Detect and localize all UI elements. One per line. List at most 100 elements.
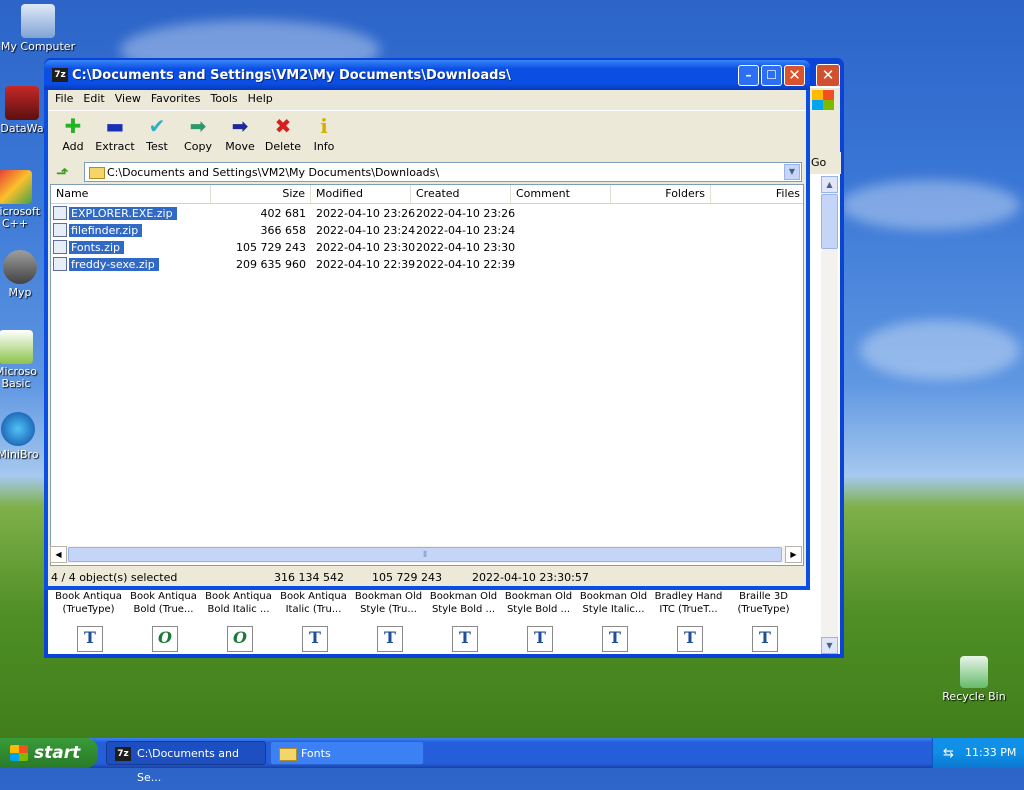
menu-help[interactable]: Help bbox=[243, 90, 278, 105]
desktop-icon-my-computer[interactable]: My Computer bbox=[0, 4, 76, 53]
scroll-down-button[interactable]: ▼ bbox=[821, 637, 838, 654]
column-header: Name Size Modified Created Comment Folde… bbox=[51, 185, 803, 204]
desktop-icon-microsoft-basic[interactable]: Microso Basic bbox=[0, 330, 46, 390]
title-bar[interactable]: 7z C:\Documents and Settings\VM2\My Docu… bbox=[44, 60, 810, 90]
go-button[interactable]: Go bbox=[808, 152, 841, 174]
fonts-vertical-scrollbar[interactable]: ▲ ▼ bbox=[821, 176, 838, 654]
check-icon: ✔ bbox=[148, 114, 166, 138]
status-date: 2022-04-10 23:30:57 bbox=[472, 571, 589, 584]
close-button[interactable]: ✕ bbox=[784, 65, 805, 86]
table-row[interactable]: filefinder.zip 366 658 2022-04-10 23:24 … bbox=[51, 222, 803, 239]
scroll-thumb[interactable]: ⦀ bbox=[68, 547, 782, 562]
file-created: 2022-04-10 23:24 bbox=[416, 224, 516, 237]
file-modified: 2022-04-10 23:26 bbox=[316, 207, 416, 220]
fonts-window-close-button[interactable]: ✕ bbox=[816, 64, 840, 87]
desktop-icon-label: DataWa bbox=[0, 122, 44, 135]
copy-arrow-icon: ➡ bbox=[189, 114, 207, 138]
menu-tools[interactable]: Tools bbox=[206, 90, 243, 105]
table-row[interactable]: freddy-sexe.zip 209 635 960 2022-04-10 2… bbox=[51, 256, 803, 273]
desktop-icon-label: Myp bbox=[8, 286, 32, 299]
network-icon[interactable]: ⇆ bbox=[943, 746, 954, 761]
font-item[interactable]: Bookman Old Style Bold ... bbox=[426, 590, 501, 616]
menu-view[interactable]: View bbox=[110, 90, 146, 105]
font-item[interactable]: Bookman Old Style (Tru... bbox=[351, 590, 426, 616]
scroll-left-button[interactable]: ◀ bbox=[50, 546, 67, 563]
file-size: 366 658 bbox=[260, 224, 307, 237]
font-name: Book Antiqua bbox=[280, 591, 347, 602]
info-icon: i bbox=[320, 114, 328, 138]
column-name[interactable]: Name bbox=[51, 185, 211, 203]
file-list[interactable]: Name Size Modified Created Comment Folde… bbox=[50, 184, 804, 566]
truetype-font-icon: T bbox=[377, 626, 403, 652]
taskbar-item-7zip[interactable]: 7z C:\Documents and Se... bbox=[106, 741, 266, 784]
table-row[interactable]: EXPLORER.EXE.zip 402 681 2022-04-10 23:2… bbox=[51, 205, 803, 222]
font-type: Bold (True... bbox=[133, 604, 194, 615]
menu-favorites[interactable]: Favorites bbox=[146, 90, 206, 105]
font-item[interactable]: Bookman Old Style Italic... bbox=[576, 590, 651, 616]
menu-edit[interactable]: Edit bbox=[78, 90, 109, 105]
clock[interactable]: 11:33 PM bbox=[965, 746, 1016, 759]
font-item[interactable]: Book Antiqua Italic (Tru... bbox=[276, 590, 351, 616]
taskbar-item-fonts[interactable]: Fonts bbox=[270, 741, 424, 765]
scroll-thumb[interactable] bbox=[821, 194, 838, 249]
column-folders[interactable]: Folders bbox=[611, 185, 711, 203]
table-row[interactable]: Fonts.zip 105 729 243 2022-04-10 23:30 2… bbox=[51, 239, 803, 256]
extract-button[interactable]: ▬ Extract bbox=[93, 114, 137, 153]
column-modified[interactable]: Modified bbox=[311, 185, 411, 203]
up-folder-icon[interactable]: ⬏ bbox=[56, 165, 72, 181]
move-button[interactable]: ➡ Move bbox=[218, 114, 262, 153]
font-name: Bookman Old bbox=[579, 591, 648, 602]
desktop-icon-label: My Computer bbox=[0, 40, 76, 53]
add-button[interactable]: ✚ Add bbox=[51, 114, 95, 153]
font-name: Book Antiqua bbox=[55, 591, 122, 602]
opentype-font-icon: O bbox=[227, 626, 253, 652]
file-modified: 2022-04-10 22:39 bbox=[316, 258, 416, 271]
font-item[interactable]: Braille 3D (TrueType) bbox=[726, 590, 801, 616]
desktop-icon-minibro[interactable]: MiniBro bbox=[0, 412, 46, 461]
column-files[interactable]: Files bbox=[711, 185, 805, 203]
truetype-font-icon: T bbox=[527, 626, 553, 652]
taskbar: start 7z C:\Documents and Se... Fonts ⇆ … bbox=[0, 738, 1024, 784]
font-name: Bookman Old bbox=[504, 591, 573, 602]
file-size: 209 635 960 bbox=[236, 258, 306, 271]
font-item[interactable]: Book Antiqua Bold Italic ... bbox=[201, 590, 276, 616]
font-type: Style Bold ... bbox=[506, 604, 571, 615]
zip-file-icon bbox=[53, 257, 67, 271]
desktop-icon-label: Microso Basic bbox=[0, 365, 38, 390]
font-name: Bradley Hand bbox=[654, 591, 723, 602]
truetype-font-icon: T bbox=[752, 626, 778, 652]
font-item[interactable]: Book Antiqua Bold (True... bbox=[126, 590, 201, 616]
minimize-button[interactable]: – bbox=[738, 65, 759, 86]
chevron-down-icon[interactable]: ▼ bbox=[784, 164, 800, 180]
column-size[interactable]: Size bbox=[211, 185, 311, 203]
test-button[interactable]: ✔ Test bbox=[135, 114, 179, 153]
start-button[interactable]: start bbox=[0, 738, 98, 768]
file-size: 402 681 bbox=[260, 207, 307, 220]
menu-file[interactable]: File bbox=[50, 90, 78, 105]
basic-icon bbox=[0, 330, 33, 364]
delete-button[interactable]: ✖ Delete bbox=[261, 114, 305, 153]
font-item[interactable]: Bookman Old Style Bold ... bbox=[501, 590, 576, 616]
font-item[interactable]: Book Antiqua (TrueType) bbox=[51, 590, 126, 616]
window-client: File Edit View Favorites Tools Help ✚ Add ▬ E… bbox=[48, 90, 806, 586]
delete-label: Delete bbox=[264, 140, 302, 153]
scroll-right-button[interactable]: ▶ bbox=[785, 546, 802, 563]
desktop-icon-myp[interactable]: Myp bbox=[0, 250, 48, 299]
horizontal-scrollbar[interactable]: ◀ ⦀ ▶ bbox=[50, 546, 802, 563]
column-comment[interactable]: Comment bbox=[511, 185, 611, 203]
font-item[interactable]: Bradley Hand ITC (TrueT... bbox=[651, 590, 726, 616]
fonts-list: Book Antiqua (TrueType) Book Antiqua Bold … bbox=[48, 588, 821, 654]
window-title: C:\Documents and Settings\VM2\My Documen… bbox=[72, 68, 511, 83]
copy-button[interactable]: ➡ Copy bbox=[176, 114, 220, 153]
info-button[interactable]: i Info bbox=[302, 114, 346, 153]
windows-logo-icon bbox=[10, 745, 28, 761]
address-field[interactable]: C:\Documents and Settings\VM2\My Documen… bbox=[84, 162, 802, 182]
windows-logo-icon bbox=[812, 90, 834, 110]
desktop-icon-recycle-bin[interactable]: Recycle Bin bbox=[936, 656, 1012, 703]
desktop-icon-microsoft-cpp[interactable]: Microsoft C++ bbox=[0, 170, 46, 230]
raccoon-icon bbox=[3, 250, 37, 284]
scroll-up-button[interactable]: ▲ bbox=[821, 176, 838, 193]
column-created[interactable]: Created bbox=[411, 185, 511, 203]
font-name: Book Antiqua bbox=[130, 591, 197, 602]
maximize-button[interactable]: ☐ bbox=[761, 65, 782, 86]
